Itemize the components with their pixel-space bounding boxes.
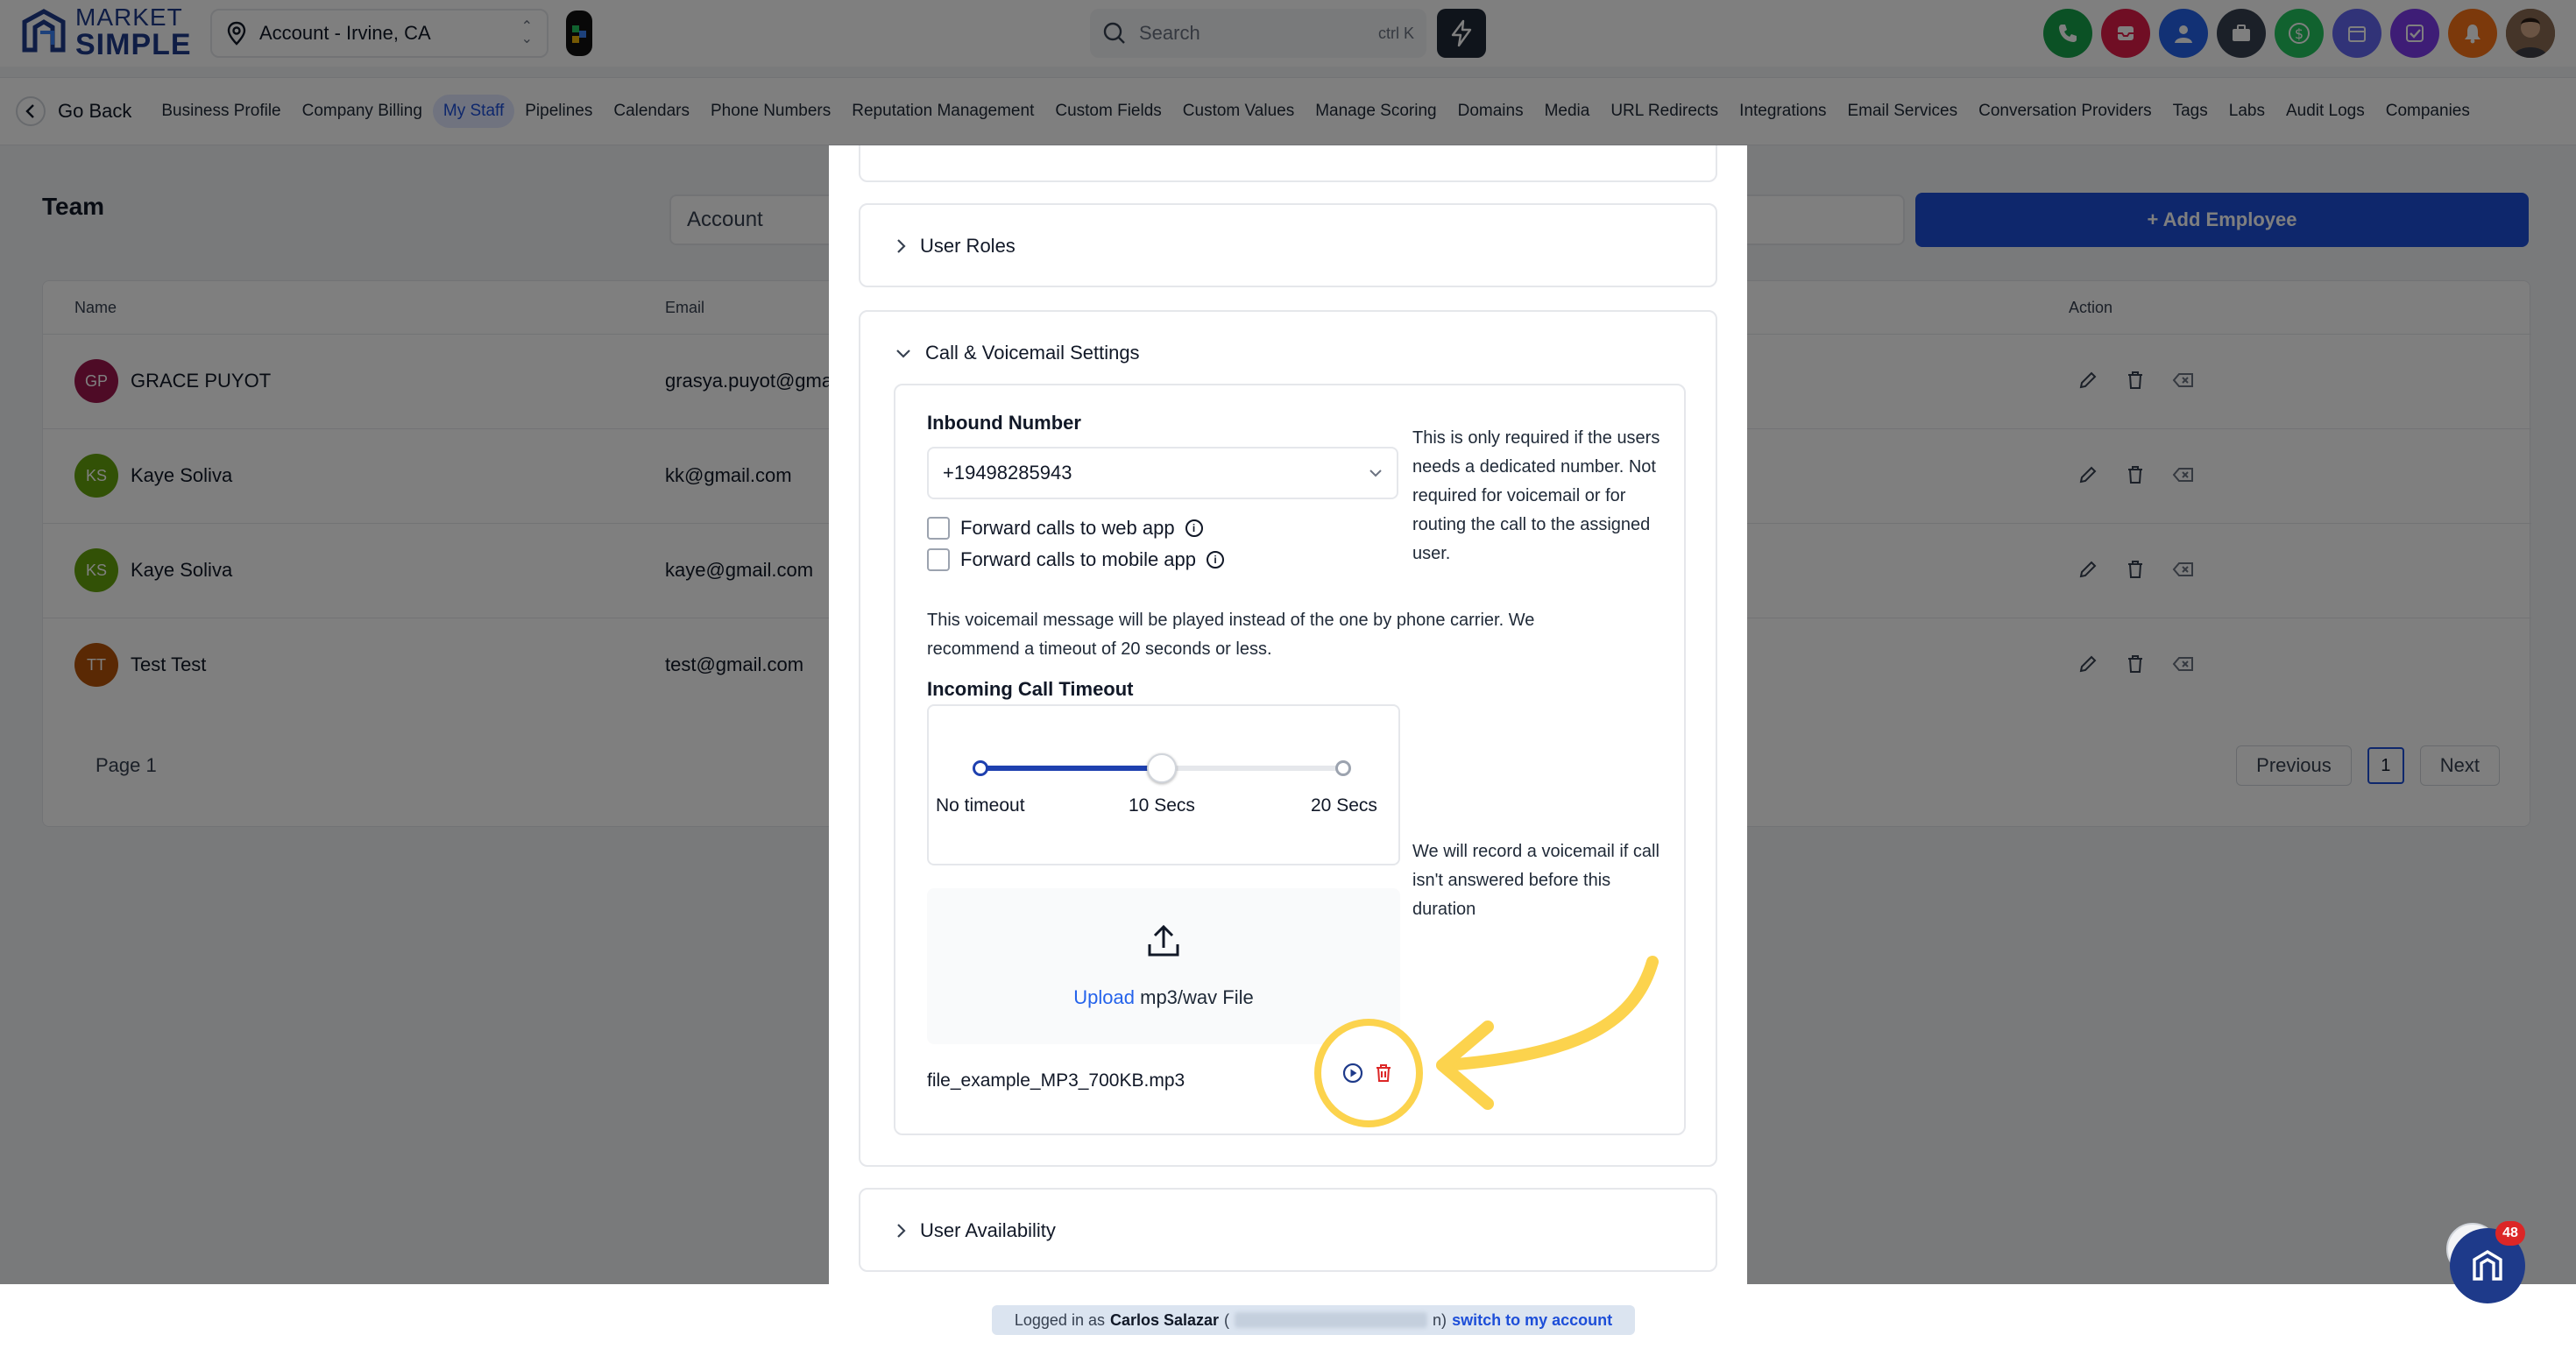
logged-in-banner: Logged in as Carlos Salazar ( n) switch …: [992, 1305, 1635, 1335]
voicemail-note: This voicemail message will be played in…: [927, 611, 1535, 659]
inbound-number-select[interactable]: +19498285943: [927, 447, 1398, 499]
call-voicemail-label: Call & Voicemail Settings: [925, 342, 1140, 364]
delete-file-icon[interactable]: [1374, 1063, 1393, 1084]
chevron-right-icon: [897, 1224, 906, 1238]
info-icon[interactable]: i: [1185, 519, 1203, 537]
upload-link[interactable]: Upload: [1073, 986, 1135, 1008]
timeout-slider-thumb[interactable]: [1147, 753, 1177, 783]
chevron-down-icon: [896, 350, 910, 358]
user-roles-label: User Roles: [920, 235, 1016, 257]
inbound-number-value: +19498285943: [943, 462, 1072, 484]
forward-web-checkbox[interactable]: Forward calls to web app i: [927, 517, 1203, 540]
chevron-down-icon: [1369, 470, 1382, 477]
impersonation-bar: Logged in as Carlos Salazar ( n) switch …: [0, 1284, 2576, 1349]
user-availability-section[interactable]: User Availability: [859, 1188, 1717, 1272]
user-availability-label: User Availability: [920, 1219, 1056, 1241]
call-voicemail-header[interactable]: Call & Voicemail Settings: [895, 342, 1140, 364]
switch-account-link[interactable]: switch to my account: [1452, 1311, 1612, 1330]
inbound-number-label: Inbound Number: [927, 412, 1081, 434]
timeout-slider-card: No timeout 10 Secs 20 Secs: [927, 704, 1400, 865]
slider-stop-end[interactable]: [1335, 760, 1351, 776]
timeout-slider-track[interactable]: [973, 753, 1351, 783]
notification-count-badge: 48: [2495, 1221, 2525, 1246]
pointer-arrow-icon: [1436, 956, 1659, 1110]
checkbox-box[interactable]: [927, 517, 950, 540]
checkbox-box[interactable]: [927, 548, 950, 571]
chevron-right-icon: [897, 239, 906, 253]
slider-stop-start[interactable]: [973, 760, 988, 776]
voicemail-upload-dropzone[interactable]: Upload mp3/wav File: [927, 888, 1400, 1044]
tick-no-timeout: No timeout: [936, 795, 1025, 816]
redacted-email: [1235, 1312, 1428, 1328]
upload-icon: [1148, 924, 1179, 957]
uploaded-file-name: file_example_MP3_700KB.mp3: [927, 1070, 1185, 1091]
close-paren: n): [1433, 1310, 1447, 1329]
collapsed-section-top: [859, 145, 1717, 182]
info-icon[interactable]: i: [1207, 551, 1225, 569]
logged-user: Carlos Salazar: [1109, 1310, 1220, 1329]
highlight-circle: [1314, 1019, 1423, 1127]
open-paren: (: [1224, 1310, 1230, 1329]
timeout-note: We will record a voicemail if call isn't…: [1412, 842, 1660, 919]
upload-text: mp3/wav File: [1135, 986, 1254, 1008]
play-icon[interactable]: [1342, 1063, 1363, 1084]
forward-mobile-label: Forward calls to mobile app: [960, 548, 1197, 570]
chat-logo-icon: [2473, 1250, 2502, 1281]
inbound-number-note: This is only required if the users needs…: [1412, 428, 1660, 563]
timeout-label: Incoming Call Timeout: [927, 678, 1134, 700]
tick-20-secs: 20 Secs: [1311, 795, 1377, 816]
logged-prefix: Logged in as: [1014, 1310, 1105, 1329]
forward-mobile-checkbox[interactable]: Forward calls to mobile app i: [927, 548, 1225, 571]
timeout-slider-fill: [978, 766, 1162, 771]
user-roles-section[interactable]: User Roles: [859, 203, 1717, 287]
tick-10-secs: 10 Secs: [1129, 795, 1195, 816]
forward-web-label: Forward calls to web app: [960, 517, 1175, 539]
